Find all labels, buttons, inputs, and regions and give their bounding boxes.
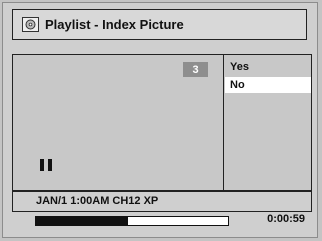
options-menu: Yes No: [225, 55, 311, 190]
pause-icon: [40, 159, 52, 171]
progress-bar: [35, 216, 229, 226]
title-bar: Playlist - Index Picture: [12, 9, 307, 40]
main-panel: 3 Yes No: [12, 54, 312, 191]
index-number-badge: 3: [183, 62, 208, 77]
index-picture-preview: 3: [13, 55, 224, 190]
elapsed-time: 0:00:59: [267, 213, 305, 225]
option-yes[interactable]: Yes: [225, 59, 311, 75]
page-title: Playlist - Index Picture: [45, 17, 184, 32]
progress-fill: [36, 217, 129, 225]
recording-info: JAN/1 1:00AM CH12 XP: [12, 191, 312, 212]
status-row: 0:00:59: [12, 212, 312, 234]
option-no[interactable]: No: [225, 77, 311, 93]
disc-icon: [22, 17, 39, 32]
